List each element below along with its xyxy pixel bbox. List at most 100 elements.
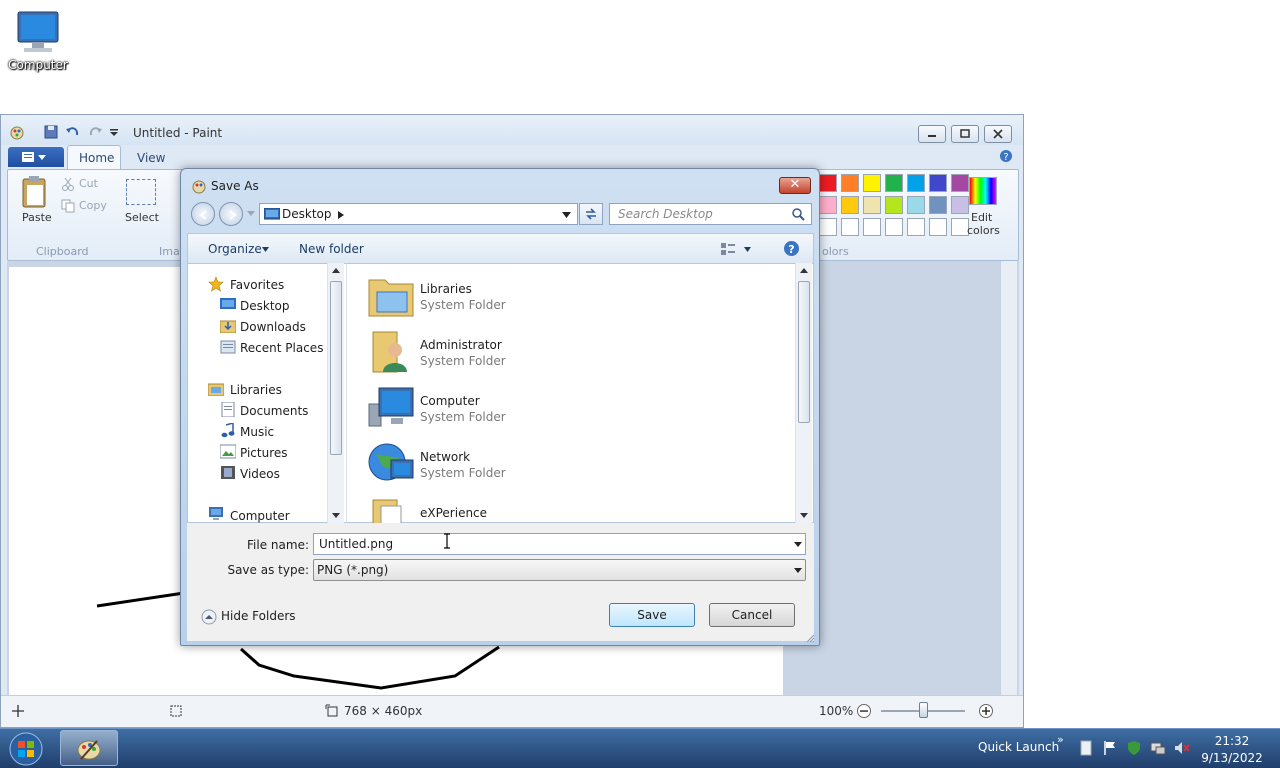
empty-color-swatch[interactable] (929, 218, 947, 236)
canvas-vertical-scrollbar[interactable] (1000, 261, 1017, 695)
save-as-type-dropdown-icon[interactable] (794, 568, 802, 573)
security-shield-icon[interactable] (1126, 740, 1142, 756)
network-tray-icon[interactable] (1150, 740, 1166, 756)
nav-computer[interactable]: Computer (230, 509, 290, 523)
quick-launch-chevron-icon[interactable]: » (1057, 733, 1064, 746)
color-swatch[interactable] (885, 174, 903, 192)
organize-dropdown-icon[interactable] (262, 247, 269, 252)
color-swatch[interactable] (907, 196, 925, 214)
list-item-computer[interactable]: Computer System Folder (367, 384, 767, 432)
search-icon[interactable] (792, 208, 805, 221)
view-dropdown-icon[interactable] (744, 247, 751, 252)
nav-pictures[interactable]: Pictures (240, 446, 288, 460)
clock-time[interactable]: 21:32 (1200, 734, 1264, 748)
change-view-icon[interactable] (720, 242, 736, 256)
document-tray-icon[interactable] (1078, 740, 1094, 756)
zoom-slider-thumb[interactable] (919, 702, 928, 718)
paint-menu-button[interactable] (8, 147, 64, 167)
file-name-input[interactable]: Untitled.png (313, 533, 806, 555)
hide-folders-button[interactable]: Hide Folders (221, 609, 296, 623)
edit-colors-label-2[interactable]: colors (967, 224, 1000, 237)
color-swatch[interactable] (951, 174, 969, 192)
color-swatch[interactable] (929, 174, 947, 192)
color-swatch[interactable] (951, 196, 969, 214)
scroll-up-icon[interactable] (800, 268, 808, 273)
back-button[interactable] (191, 202, 215, 226)
nav-recent-places[interactable]: Recent Places (240, 341, 323, 355)
empty-color-swatch[interactable] (885, 218, 903, 236)
minimize-button[interactable] (918, 125, 946, 143)
nav-documents[interactable]: Documents (240, 404, 308, 418)
breadcrumb-chevron-icon[interactable] (338, 211, 344, 219)
tab-view[interactable]: View (137, 151, 165, 165)
help-icon[interactable]: ? (999, 149, 1013, 163)
action-center-flag-icon[interactable] (1102, 740, 1118, 756)
organize-button[interactable]: Organize (208, 242, 262, 256)
dialog-close-button[interactable]: ✕ (779, 177, 811, 194)
save-as-type-select[interactable]: PNG (*.png) (313, 559, 806, 581)
select-icon[interactable] (126, 179, 156, 205)
nav-libraries[interactable]: Libraries (230, 383, 282, 397)
paste-icon[interactable] (21, 175, 49, 209)
scroll-up-icon[interactable] (332, 268, 340, 273)
empty-color-swatch[interactable] (863, 218, 881, 236)
color-swatch[interactable] (863, 196, 881, 214)
color-swatch[interactable] (929, 196, 947, 214)
list-item-libraries[interactable]: Libraries System Folder (367, 272, 767, 320)
zoom-out-icon[interactable] (856, 703, 872, 719)
color-swatch[interactable] (841, 196, 859, 214)
resize-grip-icon[interactable] (805, 633, 815, 643)
file-name-dropdown-icon[interactable] (794, 542, 802, 547)
nav-favorites[interactable]: Favorites (230, 278, 284, 292)
hide-folders-icon[interactable] (201, 609, 217, 625)
empty-color-swatch[interactable] (841, 218, 859, 236)
select-button[interactable]: Select (125, 211, 159, 224)
refresh-button[interactable] (579, 203, 603, 225)
recent-pages-dropdown-icon[interactable] (247, 211, 255, 217)
color-swatch[interactable] (819, 196, 837, 214)
address-dropdown-icon[interactable] (562, 212, 571, 218)
nav-videos[interactable]: Videos (240, 467, 280, 481)
paint-app-icon[interactable] (9, 124, 25, 140)
undo-icon[interactable] (65, 124, 81, 140)
color-swatch[interactable] (841, 174, 859, 192)
dialog-help-icon[interactable]: ? (783, 240, 800, 257)
empty-color-swatch[interactable] (907, 218, 925, 236)
address-bar[interactable]: Desktop (259, 203, 578, 225)
start-button[interactable] (6, 731, 46, 767)
paste-button[interactable]: Paste (22, 211, 52, 224)
volume-muted-icon[interactable] (1174, 740, 1190, 756)
navigation-pane-scroll-thumb[interactable] (330, 281, 342, 455)
color-swatch[interactable] (819, 174, 837, 192)
customize-qat-icon[interactable] (109, 128, 119, 138)
empty-color-swatch[interactable] (819, 218, 837, 236)
list-item-network[interactable]: Network System Folder (367, 440, 767, 488)
address-desktop-segment[interactable]: Desktop (282, 207, 332, 221)
file-list-scrollbar[interactable] (795, 263, 812, 523)
nav-music[interactable]: Music (240, 425, 274, 439)
save-icon[interactable] (43, 124, 59, 140)
clock-date[interactable]: 9/13/2022 (1200, 751, 1264, 765)
list-item-administrator[interactable]: Administrator System Folder (367, 328, 767, 376)
zoom-in-icon[interactable] (978, 703, 994, 719)
quick-launch-toolbar[interactable]: Quick Launch (978, 740, 1059, 754)
forward-button[interactable] (219, 202, 243, 226)
scroll-down-icon[interactable] (800, 513, 808, 518)
edit-colors-label-1[interactable]: Edit (971, 211, 992, 224)
close-button[interactable] (984, 125, 1012, 143)
navigation-pane-scrollbar[interactable] (327, 263, 344, 523)
desktop-computer-icon[interactable]: Computer (6, 8, 70, 78)
color-swatch[interactable] (863, 174, 881, 192)
redo-icon[interactable] (87, 124, 103, 140)
copy-icon[interactable] (61, 199, 75, 213)
nav-desktop[interactable]: Desktop (240, 299, 290, 313)
cut-button[interactable]: Cut (79, 177, 98, 190)
color-swatch[interactable] (907, 174, 925, 192)
cancel-button[interactable]: Cancel (709, 603, 795, 627)
nav-downloads[interactable]: Downloads (240, 320, 306, 334)
list-item-experience[interactable]: eXPerience (367, 496, 767, 523)
copy-button[interactable]: Copy (79, 199, 107, 212)
new-folder-button[interactable]: New folder (299, 242, 364, 256)
restore-button[interactable] (951, 125, 979, 143)
color-swatch[interactable] (885, 196, 903, 214)
